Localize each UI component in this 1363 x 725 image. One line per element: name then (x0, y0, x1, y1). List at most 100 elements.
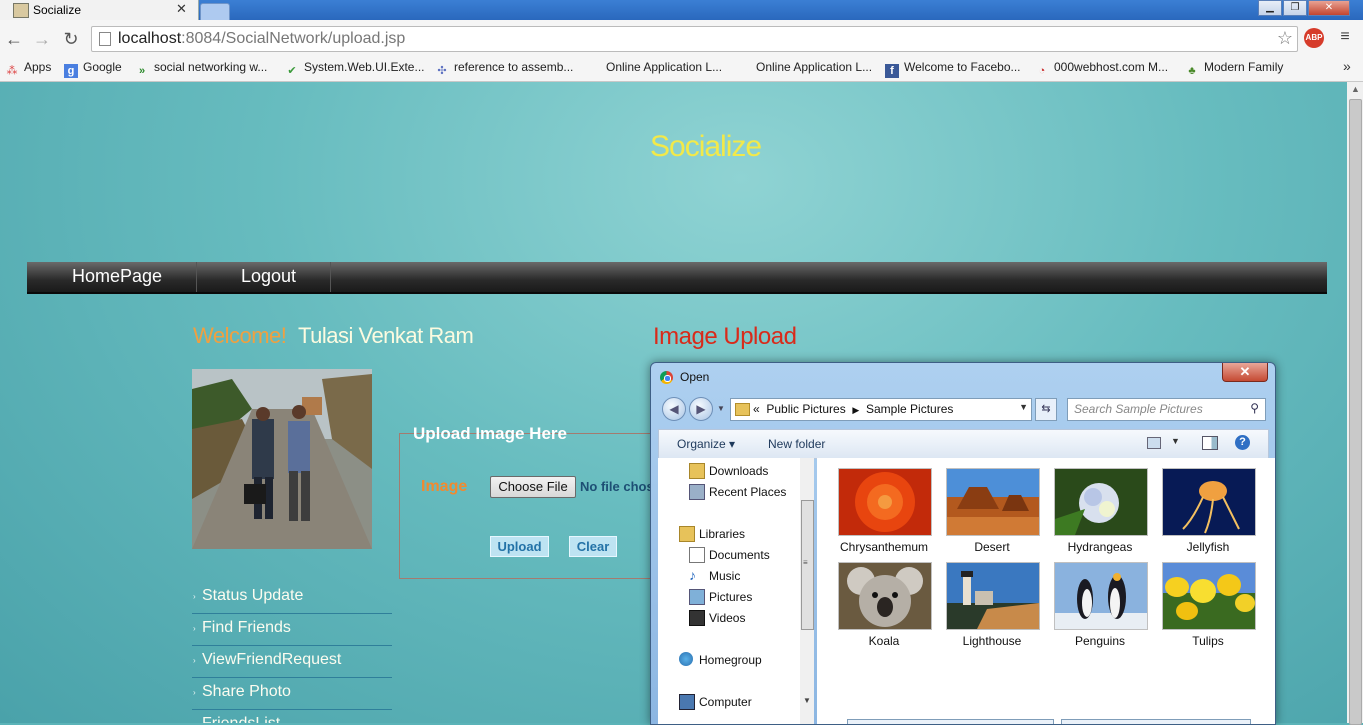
browser-tab-active[interactable]: Socialize ✕ (0, 0, 199, 20)
tab-close-icon[interactable]: ✕ (176, 1, 187, 17)
file-thumb-hydrangeas[interactable] (1054, 468, 1148, 536)
bookmark-000webhost[interactable]: ◔ 000webhost.com M... (1035, 60, 1168, 77)
bookmark-apps[interactable]: ⁂ Apps (5, 60, 52, 77)
file-thumb-tulips[interactable] (1162, 562, 1256, 630)
dialog-title: Open (680, 370, 710, 384)
back-arrow-icon[interactable]: ← (4, 29, 24, 49)
breadcrumb-sample-pictures[interactable]: Sample Pictures (866, 402, 953, 416)
breadcrumb: « Public Pictures ▶ Sample Pictures (753, 402, 953, 416)
restore-window-button[interactable]: ❐ (1283, 0, 1307, 16)
dialog-close-button[interactable]: ✕ (1222, 363, 1268, 382)
breadcrumb-separator-icon[interactable]: ▶ (852, 405, 859, 415)
path-dropdown-icon[interactable]: ▼ (1019, 402, 1028, 412)
help-icon[interactable]: ? (1235, 435, 1250, 450)
refresh-icon[interactable]: ⇆ (1035, 398, 1057, 421)
scrollbar-thumb[interactable] (1349, 99, 1362, 725)
file-name[interactable]: Chrysanthemum (829, 540, 939, 554)
penguins-image (1055, 563, 1147, 629)
upload-form-fieldset (399, 433, 670, 579)
recent-places-icon (689, 484, 705, 500)
search-placeholder: Search Sample Pictures (1074, 402, 1203, 416)
homegroup-icon (679, 652, 693, 666)
adblock-plus-icon[interactable]: ABP (1304, 28, 1324, 48)
file-name[interactable]: Lighthouse (937, 634, 1047, 648)
scroll-up-arrow-icon[interactable]: ▲ (1351, 84, 1360, 94)
file-name[interactable]: Jellyfish (1153, 540, 1263, 554)
file-name[interactable]: Desert (937, 540, 1047, 554)
facebook-icon: f (885, 64, 899, 78)
breadcrumb-public-pictures[interactable]: Public Pictures (766, 402, 845, 416)
dialog-back-button[interactable]: ◀ (662, 397, 686, 421)
bookmark-modern-family[interactable]: ♣ Modern Family (1185, 60, 1284, 77)
main-nav-bar: HomePage Logout (27, 262, 1327, 294)
chrome-icon (660, 371, 673, 384)
side-menu-label: Share Photo (202, 683, 291, 700)
url-path: :8084/SocialNetwork/upload.jsp (181, 30, 406, 47)
forward-arrow-icon[interactable]: → (32, 29, 52, 49)
bookmark-star-icon[interactable]: ☆ (1277, 28, 1293, 49)
change-view-icon[interactable] (1147, 437, 1161, 449)
check-icon: ✔ (287, 65, 297, 77)
bookmark-label: Welcome to Facebo... (904, 60, 1021, 74)
bookmark-social-networking[interactable]: » social networking w... (135, 60, 267, 77)
file-thumb-lighthouse[interactable] (946, 562, 1040, 630)
side-menu-view-friend-request[interactable]: › ViewFriendRequest (192, 646, 392, 678)
address-bar[interactable]: localhost:8084/SocialNetwork/upload.jsp … (91, 26, 1298, 52)
file-name[interactable]: Penguins (1045, 634, 1155, 648)
breadcrumb-overflow[interactable]: « (753, 402, 760, 416)
nav-homepage-link[interactable]: HomePage (72, 266, 162, 287)
file-thumb-chrysanthemum[interactable] (838, 468, 932, 536)
nav-divider (330, 262, 331, 292)
bookmark-reference-assembly[interactable]: ✣ reference to assemb... (435, 60, 573, 77)
file-type-select[interactable] (1061, 719, 1251, 724)
side-menu-friends-list[interactable]: ›FriendsList (192, 710, 392, 723)
file-thumb-koala[interactable] (838, 562, 932, 630)
view-dropdown-icon[interactable]: ▼ (1171, 436, 1180, 446)
scroll-down-arrow-icon[interactable]: ▼ (803, 696, 811, 705)
chrysanthemum-image (839, 469, 931, 535)
file-name[interactable]: Hydrangeas (1045, 540, 1155, 554)
bookmark-online-application-2[interactable]: Online Application L... (737, 60, 872, 76)
side-menu-share-photo[interactable]: › Share Photo (192, 678, 392, 710)
dialog-forward-button[interactable]: ▶ (689, 397, 713, 421)
side-menu-find-friends[interactable]: › Find Friends (192, 614, 392, 646)
organize-menu[interactable]: Organize ▾ (677, 437, 735, 451)
file-name[interactable]: Koala (829, 634, 939, 648)
dialog-search-input[interactable]: Search Sample Pictures ⚲ (1067, 398, 1266, 421)
chrome-menu-icon[interactable]: ≡ (1336, 28, 1354, 46)
recent-locations-dropdown-icon[interactable]: ▼ (717, 404, 725, 413)
koala-image (839, 563, 931, 629)
more-bookmarks-icon[interactable]: » (1343, 58, 1351, 74)
file-thumb-jellyfish[interactable] (1162, 468, 1256, 536)
file-name[interactable]: Tulips (1153, 634, 1263, 648)
clear-button[interactable]: Clear (569, 536, 617, 557)
page-heading: Image Upload (653, 323, 797, 350)
side-menu-status-update[interactable]: › Status Update (192, 582, 392, 614)
bookmark-system-web-ui[interactable]: ✔ System.Web.UI.Exte... (285, 60, 424, 77)
file-thumb-desert[interactable] (946, 468, 1040, 536)
upload-form-legend: Upload Image Here (413, 424, 567, 443)
bullet-icon: › (193, 624, 196, 633)
close-window-button[interactable]: ✕ (1308, 0, 1350, 16)
bookmark-label: Modern Family (1204, 60, 1284, 74)
choose-file-button[interactable]: Choose File (490, 476, 576, 498)
file-thumb-penguins[interactable] (1054, 562, 1148, 630)
preview-pane-icon[interactable] (1202, 436, 1218, 450)
page-scrollbar[interactable]: ▲ (1347, 82, 1363, 725)
new-folder-button[interactable]: New folder (768, 437, 825, 451)
bookmark-google[interactable]: g Google (64, 60, 122, 78)
search-icon[interactable]: ⚲ (1250, 401, 1259, 415)
dialog-path-bar[interactable]: « Public Pictures ▶ Sample Pictures ▼ (730, 398, 1032, 421)
bookmark-label: Online Application L... (756, 60, 873, 74)
upload-button[interactable]: Upload (490, 536, 549, 557)
new-tab-button[interactable] (200, 3, 230, 21)
side-menu-label: ViewFriendRequest (202, 651, 342, 668)
bookmarks-bar: ⁂ Apps g Google » social networking w... ✔ S… (0, 56, 1363, 82)
minimize-window-button[interactable]: ▁ (1258, 0, 1282, 16)
nav-logout-link[interactable]: Logout (241, 266, 296, 287)
bookmark-online-application-1[interactable]: Online Application L... (587, 60, 722, 76)
file-name-input[interactable] (847, 719, 1054, 724)
bookmark-facebook[interactable]: f Welcome to Facebo... (885, 60, 1021, 78)
reload-icon[interactable]: ↻ (61, 29, 81, 49)
nav-pane-scrollbar[interactable]: ≡ ▼ (800, 458, 814, 724)
